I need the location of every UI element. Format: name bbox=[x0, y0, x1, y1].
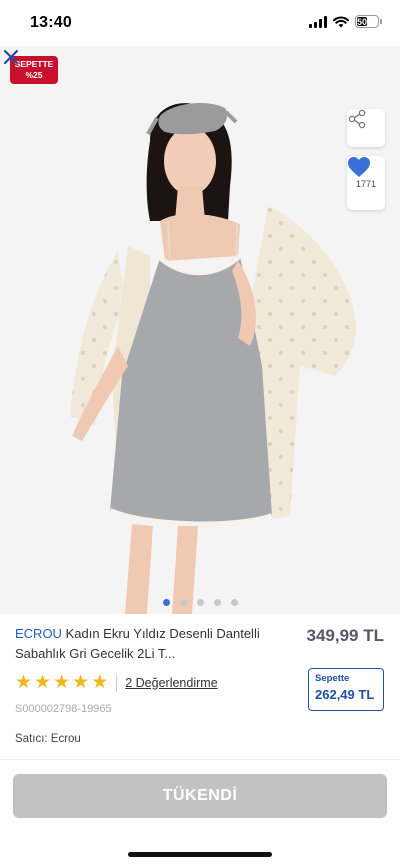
product-info: ECROU Kadın Ekru Yıldız Desenli Dantelli… bbox=[0, 614, 400, 759]
product-title[interactable]: ECROU Kadın Ekru Yıldız Desenli Dantelli… bbox=[15, 624, 270, 664]
cart-price-box: Sepette 262,49 TL bbox=[308, 668, 384, 711]
divider bbox=[116, 673, 118, 692]
status-time: 13:40 bbox=[30, 14, 72, 31]
rating-stars: ★ ★ ★ ★ ★ bbox=[15, 673, 108, 692]
star-icon: ★ bbox=[91, 672, 109, 693]
carousel-dot[interactable] bbox=[196, 599, 204, 606]
sold-out-button[interactable]: TÜKENDİ bbox=[13, 774, 387, 818]
carousel-dot[interactable] bbox=[162, 599, 170, 606]
battery-icon: 50 bbox=[355, 15, 382, 28]
product-photo bbox=[70, 102, 356, 614]
share-icon bbox=[348, 109, 366, 129]
rating-row: ★ ★ ★ ★ ★ 2 Değerlendirme bbox=[15, 673, 218, 692]
carousel-dot[interactable] bbox=[213, 599, 221, 606]
signal-icon bbox=[309, 15, 327, 28]
share-button[interactable] bbox=[347, 109, 385, 147]
wifi-icon bbox=[333, 15, 349, 27]
bottom-action-bar: TÜKENDİ bbox=[0, 759, 400, 865]
favorite-button[interactable]: 1771 bbox=[347, 156, 385, 210]
star-icon: ★ bbox=[15, 672, 33, 693]
star-icon: ★ bbox=[53, 672, 71, 693]
reviews-link[interactable]: 2 Değerlendirme bbox=[125, 676, 217, 690]
heart-icon bbox=[348, 157, 370, 177]
seller-info[interactable]: Satıcı: Ecrou bbox=[15, 733, 81, 745]
star-icon: ★ bbox=[34, 672, 52, 693]
status-bar: 13:40 50 bbox=[0, 0, 400, 46]
carousel-dot[interactable] bbox=[179, 599, 187, 606]
product-sku: S000002798-19965 bbox=[15, 703, 112, 715]
close-icon[interactable] bbox=[0, 46, 22, 68]
carousel-dots[interactable] bbox=[0, 599, 400, 606]
home-indicator[interactable] bbox=[128, 852, 272, 857]
star-icon: ★ bbox=[72, 672, 90, 693]
cart-price-value: 262,49 TL bbox=[315, 687, 375, 702]
status-icons: 50 bbox=[309, 15, 382, 28]
carousel-dot[interactable] bbox=[230, 599, 238, 606]
product-price: 349,99 TL bbox=[306, 626, 385, 645]
cart-price-label: Sepette bbox=[315, 673, 350, 684]
battery-level: 50 bbox=[357, 16, 368, 27]
favorite-count: 1771 bbox=[355, 179, 377, 189]
badge-percent: %25 bbox=[25, 70, 43, 80]
product-image-carousel[interactable]: SEPETTE %25 1771 bbox=[0, 46, 400, 614]
brand-link[interactable]: ECROU bbox=[15, 626, 62, 641]
